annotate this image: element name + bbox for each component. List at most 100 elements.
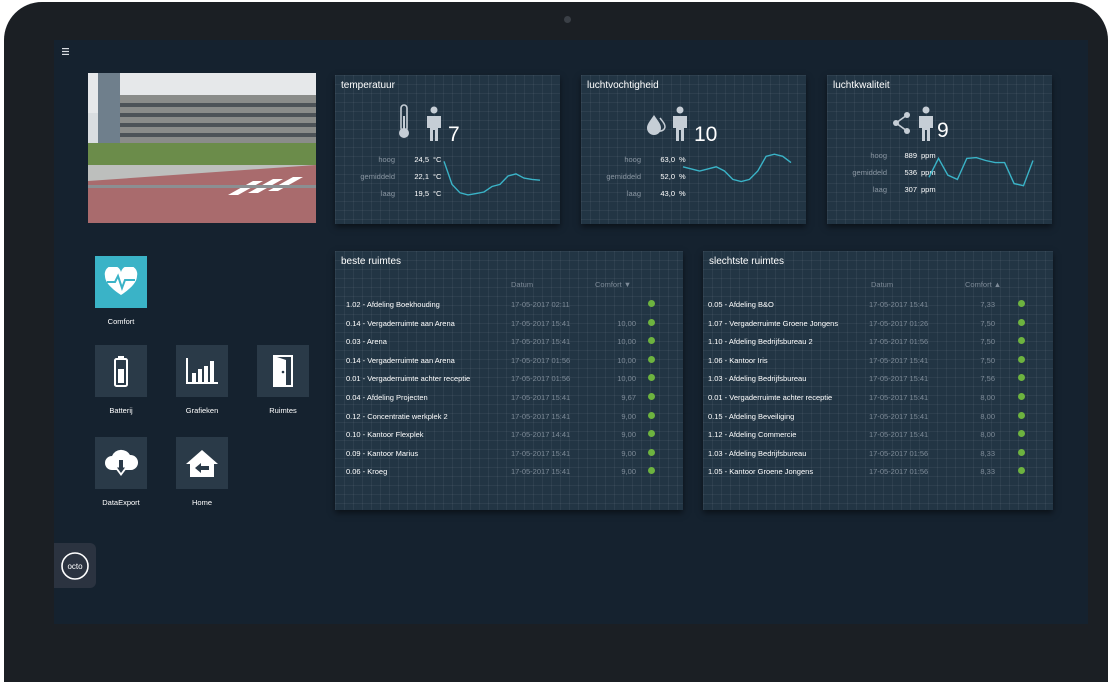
room-date: 17-05-2017 15:41 [869, 393, 929, 402]
comfort-score: 9,00 [621, 430, 636, 440]
table-row[interactable]: 0.04 - Afdeling Projecten 17-05-2017 15:4… [341, 393, 671, 411]
table-row[interactable]: 1.10 - Afdeling Bedrijfsbureau 2 17-05-20… [703, 337, 1033, 355]
room-name: 0.03 - Arena [346, 337, 387, 347]
comfort-score: 9,67 [621, 393, 636, 402]
status-dot [648, 337, 655, 345]
thermometer-icon [397, 104, 411, 145]
table-row[interactable]: 0.14 - Vergaderruimte aan Arena 17-05-201… [341, 355, 671, 374]
metric-title: temperatuur [341, 80, 395, 91]
nav-comfort-button[interactable] [95, 256, 147, 308]
status-dot [1018, 355, 1025, 363]
room-name: 0.10 - Kantoor Flexplek [346, 430, 424, 440]
table-row[interactable]: 0.03 - Arena 17-05-2017 15:41 10,00 [341, 337, 671, 355]
status-dot [1018, 467, 1025, 475]
metric-row-average: gemiddeld 52,0% [606, 172, 686, 181]
column-header-comfort[interactable]: Comfort ▲ [965, 280, 1001, 289]
metric-panel-humidity: luchtvochtigheid 10 hoog 63,0% gemiddeld 5… [581, 75, 806, 224]
nav-label: Ruimtes [269, 406, 297, 415]
column-header-date[interactable]: Datum [871, 280, 893, 289]
room-date: 17-05-2017 15:41 [869, 374, 929, 384]
nav-label: Grafieken [185, 406, 219, 415]
comfort-score: 10 [694, 123, 718, 146]
nav-label: DataExport [102, 498, 140, 507]
room-name: 1.03 - Afdeling Bedrijfsbureau [708, 448, 807, 458]
building-photo [88, 73, 316, 223]
status-dot [648, 448, 655, 456]
comfort-score: 10,00 [617, 337, 636, 347]
table-row[interactable]: 0.05 - Afdeling B&O 17-05-2017 15:41 7,33 [703, 300, 1033, 318]
comfort-score: 10,00 [617, 374, 636, 384]
comfort-score: 8,00 [980, 411, 995, 421]
room-name: 0.05 - Afdeling B&O [708, 300, 774, 309]
hamburger-icon[interactable] [62, 48, 69, 57]
octo-logo-icon[interactable]: octo [54, 543, 96, 588]
room-name: 0.06 - Kroeg [346, 467, 388, 477]
room-date: 17-05-2017 15:41 [869, 355, 929, 365]
room-name: 0.04 - Afdeling Projecten [346, 393, 428, 402]
comfort-score: 7,50 [980, 355, 995, 365]
room-name: 1.05 - Kantoor Groene Jongens [708, 467, 814, 477]
worst-rooms-panel: slechtste ruimtes Datum Comfort ▲ 0.05 -… [703, 251, 1053, 510]
room-date: 17-05-2017 15:41 [511, 393, 571, 402]
webcam [564, 16, 571, 23]
nav-battery-button[interactable] [95, 345, 147, 397]
nav-data-export-button[interactable] [95, 437, 147, 489]
column-header-date[interactable]: Datum [511, 280, 533, 289]
logo-text: octo [67, 562, 83, 571]
droplets-icon [645, 113, 667, 140]
room-date: 17-05-2017 01:56 [511, 355, 571, 365]
table-row[interactable]: 1.05 - Kantoor Groene Jongens 17-05-2017 … [703, 467, 1033, 485]
table-row[interactable]: 0.09 - Kantoor Marius 17-05-2017 15:41 9,0… [341, 448, 671, 467]
nav-home-button[interactable] [176, 437, 228, 489]
metric-panel-temperature: temperatuur 7 hoog 24,5 °C gemiddeld 22,1 °C… [335, 75, 560, 224]
status-dot [1018, 300, 1025, 307]
table-row[interactable]: 0.12 - Concentratie werkplek 2 17-05-2017… [341, 411, 671, 430]
status-dot [648, 300, 655, 307]
status-dot [648, 374, 655, 382]
room-date: 17-05-2017 15:41 [869, 411, 929, 421]
table-row[interactable]: 0.01 - Vergaderruimte achter receptie 17-… [703, 393, 1033, 411]
room-date: 17-05-2017 15:41 [869, 300, 929, 309]
status-dot [648, 411, 655, 419]
room-date: 17-05-2017 01:56 [869, 337, 929, 347]
status-dot [1018, 430, 1025, 438]
table-row[interactable]: 1.06 - Kantoor Iris 17-05-2017 15:41 7,50 [703, 355, 1033, 374]
room-name: 0.01 - Vergaderruimte achter receptie [346, 374, 471, 384]
room-date: 17-05-2017 01:56 [511, 374, 571, 384]
room-date: 17-05-2017 01:26 [869, 318, 929, 328]
comfort-score: 7,50 [980, 337, 995, 347]
table-row[interactable]: 0.15 - Afdeling Beveiliging 17-05-2017 15… [703, 411, 1033, 430]
room-name: 0.12 - Concentratie werkplek 2 [346, 411, 448, 421]
trend-sparkline [443, 161, 541, 196]
room-date: 17-05-2017 14:41 [511, 430, 571, 440]
column-header-comfort[interactable]: Comfort ▼ [595, 280, 631, 289]
nav-rooms-button[interactable] [257, 345, 309, 397]
best-rooms-panel: beste ruimtes Datum Comfort ▼ 1.02 - Afd… [335, 251, 683, 510]
table-row[interactable]: 0.06 - Kroeg 17-05-2017 15:41 9,00 [341, 467, 671, 485]
table-row[interactable]: 0.14 - Vergaderruimte aan Arena 17-05-201… [341, 318, 671, 337]
table-row[interactable]: 0.10 - Kantoor Flexplek 17-05-2017 14:41 9… [341, 430, 671, 448]
table-row[interactable]: 1.12 - Afdeling Commercie 17-05-2017 15:4… [703, 430, 1033, 448]
comfort-score: 7,33 [980, 300, 995, 309]
comfort-score: 10,00 [617, 318, 636, 328]
metric-title: luchtvochtigheid [587, 80, 659, 91]
room-name: 1.03 - Afdeling Bedrijfsbureau [708, 374, 807, 384]
metric-row-high: hoog 24,5 °C [378, 155, 442, 164]
metric-row-low: laag 307 ppm [872, 185, 936, 194]
trend-sparkline [928, 156, 1034, 187]
table-row[interactable]: 0.01 - Vergaderruimte achter receptie 17-… [341, 374, 671, 392]
table-row[interactable]: 1.02 - Afdeling Boekhouding 17-05-2017 02… [341, 300, 671, 318]
room-name: 0.01 - Vergaderruimte achter receptie [708, 393, 833, 402]
dashboard-screen: temperatuur 7 hoog 24,5 °C gemiddeld 22,1 °C… [54, 40, 1088, 624]
status-dot [648, 393, 655, 400]
room-name: 0.14 - Vergaderruimte aan Arena [346, 355, 455, 365]
table-row[interactable]: 1.03 - Afdeling Bedrijfsbureau 17-05-2017… [703, 374, 1033, 392]
table-row[interactable]: 1.07 - Vergaderruimte Groene Jongens 17-0… [703, 318, 1033, 337]
table-row[interactable]: 1.03 - Afdeling Bedrijfsbureau 17-05-2017… [703, 448, 1033, 467]
nav-charts-button[interactable] [176, 345, 228, 397]
room-date: 17-05-2017 15:41 [511, 411, 571, 421]
room-name: 0.15 - Afdeling Beveiliging [708, 411, 795, 421]
battery-icon [114, 356, 128, 387]
status-dot [1018, 374, 1025, 382]
comfort-score: 8,33 [980, 467, 995, 477]
